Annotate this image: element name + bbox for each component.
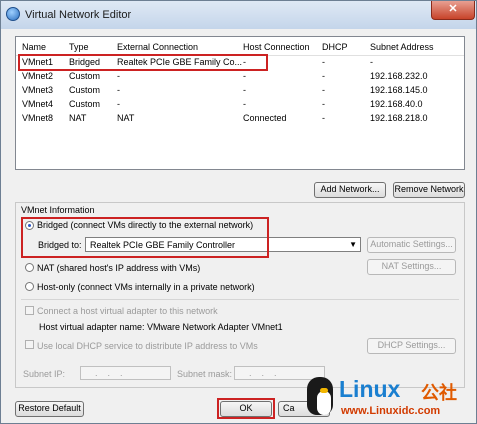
cell-name: VMnet2 (22, 71, 54, 81)
watermark-word: Linux (339, 376, 401, 402)
cell-external-connection: NAT (117, 113, 135, 123)
remove-network-button[interactable]: Remove Network (393, 182, 465, 198)
table-row[interactable]: VMnet4 Custom - - - 192.168.40.0 (16, 97, 464, 111)
cell-name: VMnet4 (22, 99, 54, 109)
cell-dhcp: - (322, 113, 325, 123)
cell-external-connection: - (117, 71, 120, 81)
cell-subnet-address: 192.168.40.0 (370, 99, 423, 109)
cell-host-connection: - (243, 99, 246, 109)
dhcp-label[interactable]: Use local DHCP service to distribute IP … (37, 341, 258, 351)
nat-radio[interactable] (25, 263, 34, 272)
cell-type: Custom (69, 85, 101, 95)
cell-dhcp: - (322, 85, 325, 95)
cell-subnet-address: 192.168.145.0 (370, 85, 428, 95)
dhcp-checkbox[interactable] (25, 340, 34, 349)
cell-external-connection: - (117, 85, 120, 95)
connect-adapter-label[interactable]: Connect a host virtual adapter to this n… (37, 306, 218, 316)
app-icon (6, 7, 20, 21)
cell-name: VMnet3 (22, 85, 54, 95)
add-network-button[interactable]: Add Network... (314, 182, 386, 198)
cell-external-connection: - (117, 99, 120, 109)
linuxidc-watermark-logo: Linux 公社 www.Linuxidc.com (303, 373, 473, 423)
close-button[interactable]: ✕ (431, 1, 475, 20)
connect-adapter-checkbox[interactable] (25, 306, 34, 315)
subnet-mask-label: Subnet mask: (177, 369, 233, 379)
divider (21, 299, 459, 300)
row-highlight-annotation (18, 54, 268, 71)
watermark-url: www.Linuxidc.com (341, 405, 441, 417)
subnet-ip-label: Subnet IP: (23, 369, 66, 379)
host-only-label[interactable]: Host-only (connect VMs internally in a p… (37, 282, 255, 292)
cell-name: VMnet8 (22, 113, 54, 123)
dhcp-settings-button[interactable]: DHCP Settings... (367, 338, 456, 354)
column-header-subnet-address[interactable]: Subnet Address (370, 42, 434, 52)
cell-host-connection: - (243, 85, 246, 95)
cell-dhcp: - (322, 71, 325, 81)
penguin-icon (307, 377, 333, 415)
nat-label[interactable]: NAT (shared host's IP address with VMs) (37, 263, 200, 273)
adapter-name-label: Host virtual adapter name: VMware Networ… (39, 322, 283, 332)
cell-dhcp: - (322, 57, 325, 67)
cell-type: Custom (69, 71, 101, 81)
watermark-cn: 公社 (421, 383, 457, 404)
chevron-down-icon: ▼ (349, 240, 357, 249)
column-header-type[interactable]: Type (69, 42, 89, 52)
restore-default-button[interactable]: Restore Default (15, 401, 84, 417)
virtual-network-editor-window: Virtual Network Editor ✕ Name Type Exter… (0, 0, 477, 424)
ok-highlight-annotation (217, 398, 275, 419)
cell-host-connection: Connected (243, 113, 287, 123)
table-row[interactable]: VMnet3 Custom - - - 192.168.145.0 (16, 83, 464, 97)
cell-subnet-address: - (370, 57, 373, 67)
column-header-host-connection[interactable]: Host Connection (243, 42, 310, 52)
column-header-external-connection[interactable]: External Connection (117, 42, 198, 52)
column-header-name[interactable]: Name (22, 42, 46, 52)
cell-type: Custom (69, 99, 101, 109)
vmnet-information-title: VMnet Information (21, 205, 95, 215)
penguin-beak (320, 388, 328, 393)
penguin-belly (317, 391, 331, 415)
cell-dhcp: - (322, 99, 325, 109)
subnet-ip-field[interactable]: ... (80, 366, 171, 380)
table-row[interactable]: VMnet2 Custom - - - 192.168.232.0 (16, 69, 464, 83)
title-bar[interactable]: Virtual Network Editor ✕ (1, 1, 476, 29)
cell-type: NAT (69, 113, 87, 123)
window-title: Virtual Network Editor (25, 9, 132, 21)
cell-subnet-address: 192.168.218.0 (370, 113, 428, 123)
table-row[interactable]: VMnet8 NAT NAT Connected - 192.168.218.0 (16, 111, 464, 125)
automatic-settings-button[interactable]: Automatic Settings... (367, 237, 456, 253)
nat-settings-button[interactable]: NAT Settings... (367, 259, 456, 275)
column-header-dhcp[interactable]: DHCP (322, 42, 348, 52)
network-table: Name Type External Connection Host Conne… (15, 36, 465, 170)
cell-host-connection: - (243, 71, 246, 81)
cell-subnet-address: 192.168.232.0 (370, 71, 428, 81)
host-only-radio[interactable] (25, 282, 34, 291)
bridged-highlight-annotation (21, 217, 269, 258)
